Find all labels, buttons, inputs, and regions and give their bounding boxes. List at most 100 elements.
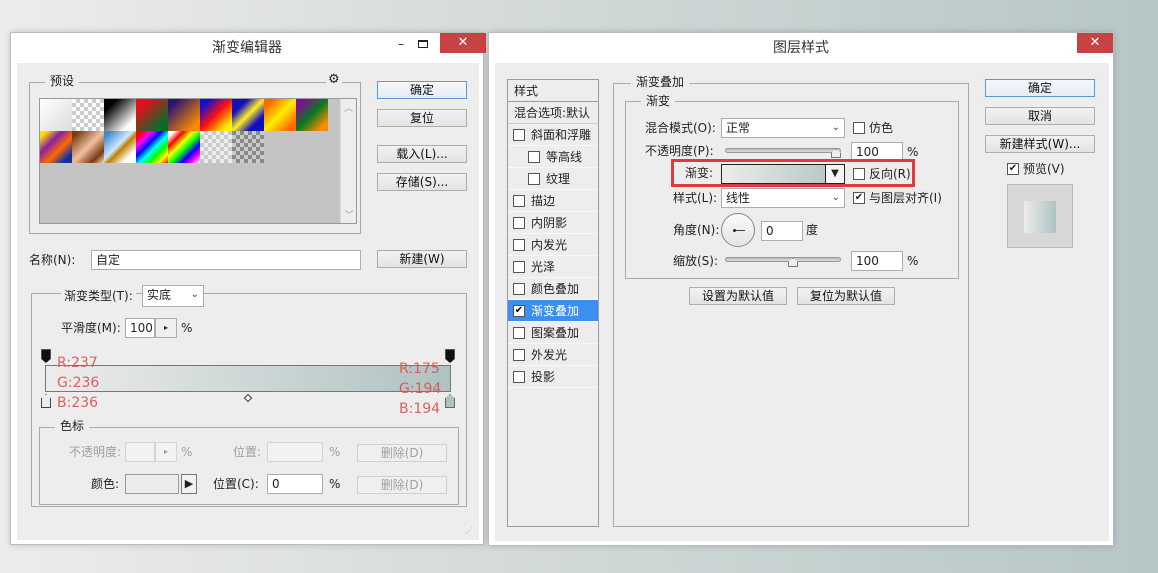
preset-swatch[interactable]	[40, 131, 72, 163]
angle-input[interactable]: 0	[761, 221, 803, 241]
dither-checkbox[interactable]	[853, 122, 865, 134]
blend-options-item[interactable]: 混合选项:默认	[508, 102, 598, 124]
align-with-layer-label: 与图层对齐(I)	[869, 191, 942, 205]
style-item-label: 内发光	[531, 238, 568, 252]
style-value: 线性	[726, 191, 751, 205]
style-item[interactable]: 斜面和浮雕	[508, 124, 598, 146]
style-item[interactable]: 投影	[508, 366, 598, 388]
style-item-checkbox[interactable]	[513, 195, 525, 207]
preset-swatch[interactable]	[40, 99, 72, 131]
gear-icon[interactable]: ⚙	[326, 72, 342, 87]
style-item[interactable]: 内发光	[508, 234, 598, 256]
reset-button[interactable]: 复位	[377, 109, 467, 127]
resize-grip-icon[interactable]: ⋰	[465, 526, 475, 536]
preset-swatch[interactable]	[200, 99, 232, 131]
style-item-label: 渐变叠加	[531, 304, 580, 318]
smoothness-stepper[interactable]: ▸	[155, 318, 177, 338]
new-button[interactable]: 新建(W)	[377, 250, 467, 268]
dither-label: 仿色	[869, 121, 894, 135]
style-item-checkbox[interactable]	[528, 151, 540, 163]
stop-opacity-input[interactable]	[125, 442, 155, 462]
stop-location-input[interactable]: 0	[267, 474, 323, 494]
style-item[interactable]: 纹理	[508, 168, 598, 190]
scale-input[interactable]: 100	[851, 251, 903, 271]
load-button[interactable]: 载入(L)...	[377, 145, 467, 163]
style-item[interactable]: 图案叠加	[508, 322, 598, 344]
preset-swatch[interactable]	[104, 99, 136, 131]
style-item-checkbox[interactable]	[513, 217, 525, 229]
delete-color-stop-button[interactable]: 删除(D)	[357, 476, 447, 494]
preset-swatch[interactable]	[200, 131, 232, 163]
style-item-checkbox[interactable]	[513, 239, 525, 251]
blend-options-label: 混合选项:默认	[514, 106, 591, 120]
stop-color-swatch[interactable]	[125, 474, 179, 494]
new-style-button[interactable]: 新建样式(W)...	[985, 135, 1095, 153]
style-item[interactable]: 光泽	[508, 256, 598, 278]
preset-swatch[interactable]	[232, 131, 264, 163]
close-button[interactable]: ✕	[440, 33, 486, 53]
style-item-checkbox[interactable]	[513, 129, 525, 141]
blend-mode-select[interactable]: 正常 ⌄	[721, 118, 845, 138]
scroll-up-icon[interactable]: ︿	[341, 101, 356, 114]
close-button[interactable]: ✕	[1077, 33, 1113, 53]
minimize-button[interactable]: –	[391, 37, 411, 53]
preset-swatch[interactable]	[264, 99, 296, 131]
styles-header[interactable]: 样式	[508, 80, 598, 102]
preset-swatch[interactable]	[72, 99, 104, 131]
scale-slider[interactable]	[725, 257, 841, 262]
style-item-checkbox[interactable]	[513, 349, 525, 361]
smoothness-label: 平滑度(M):	[61, 321, 121, 335]
opacity-slider[interactable]	[725, 148, 841, 153]
preview-checkbox[interactable]: ✔	[1007, 163, 1019, 175]
gradient-dropdown-button[interactable]: ▼	[825, 164, 845, 184]
smoothness-input[interactable]: 100	[125, 318, 155, 338]
style-item[interactable]: ✔ 渐变叠加	[508, 300, 598, 322]
style-item-checkbox[interactable]: ✔	[513, 305, 525, 317]
stop-opacity-stepper[interactable]: ▸	[155, 442, 177, 462]
presets-scrollbar[interactable]: ︿ ﹀	[340, 99, 356, 223]
align-with-layer-checkbox[interactable]: ✔	[853, 192, 865, 204]
preset-swatch[interactable]	[136, 99, 168, 131]
style-item[interactable]: 描边	[508, 190, 598, 212]
preset-swatch[interactable]	[168, 131, 200, 163]
ok-button[interactable]: 确定	[985, 79, 1095, 97]
style-item-checkbox[interactable]	[513, 371, 525, 383]
reset-default-button[interactable]: 复位为默认值	[797, 287, 895, 305]
style-item[interactable]: 内阴影	[508, 212, 598, 234]
style-item[interactable]: 外发光	[508, 344, 598, 366]
reverse-checkbox[interactable]	[853, 168, 865, 180]
style-item-label: 投影	[531, 370, 556, 384]
preset-swatch[interactable]	[72, 131, 104, 163]
style-item[interactable]: 颜色叠加	[508, 278, 598, 300]
cancel-button[interactable]: 取消	[985, 107, 1095, 125]
preset-swatch[interactable]	[232, 99, 264, 131]
style-item[interactable]: 等高线	[508, 146, 598, 168]
stop-opacity-location-input[interactable]	[267, 442, 323, 462]
save-button[interactable]: 存储(S)...	[377, 173, 467, 191]
stop-color-menu-button[interactable]: ▶	[181, 474, 197, 494]
style-item-checkbox[interactable]	[513, 327, 525, 339]
preset-swatch[interactable]	[136, 131, 168, 163]
left-color-g: G:236	[57, 375, 100, 391]
angle-dial[interactable]	[721, 213, 755, 247]
delete-opacity-stop-button[interactable]: 删除(D)	[357, 444, 447, 462]
style-item-checkbox[interactable]	[513, 261, 525, 273]
style-item-checkbox[interactable]	[528, 173, 540, 185]
make-default-button[interactable]: 设置为默认值	[689, 287, 787, 305]
preset-swatch[interactable]	[168, 99, 200, 131]
chevron-down-icon: ⌄	[831, 192, 840, 203]
close-icon: ✕	[457, 35, 469, 50]
ok-button[interactable]: 确定	[377, 81, 467, 99]
style-item-label: 斜面和浮雕	[531, 128, 592, 142]
stop-opacity-location-percent: %	[329, 445, 341, 459]
scroll-down-icon[interactable]: ﹀	[341, 208, 357, 221]
preset-swatch[interactable]	[104, 131, 136, 163]
gradient-preview-bar[interactable]	[45, 365, 451, 392]
name-input[interactable]: 自定	[91, 250, 361, 270]
style-item-checkbox[interactable]	[513, 283, 525, 295]
maximize-button[interactable]	[413, 37, 433, 53]
preset-swatch[interactable]	[296, 99, 328, 131]
gradient-type-select[interactable]: 实底 ⌄	[142, 285, 204, 307]
close-icon: ✕	[1089, 35, 1101, 50]
style-select[interactable]: 线性 ⌄	[721, 188, 845, 208]
